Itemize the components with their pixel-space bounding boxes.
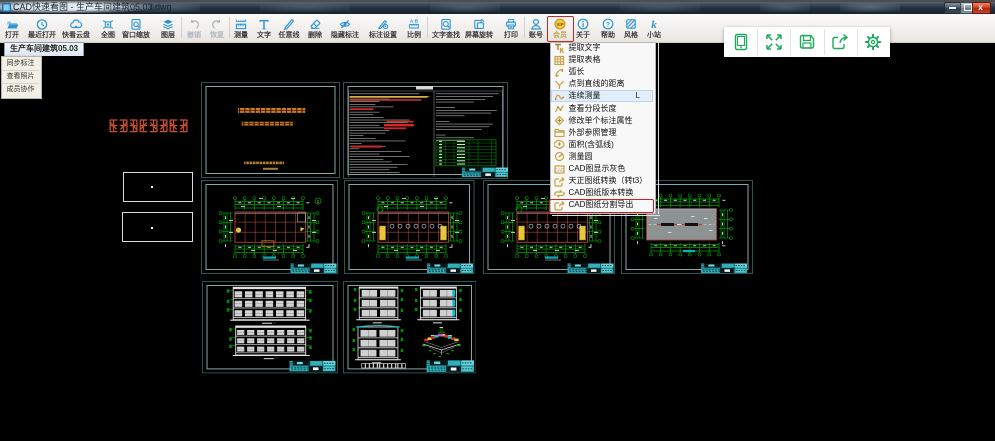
svg-text:1: 1 (317, 199, 320, 204)
svg-text:?: ? (606, 21, 610, 28)
svg-text:A:B: A:B (410, 18, 419, 23)
svg-text:k: k (651, 19, 657, 30)
svg-text:CAD: CAD (554, 167, 564, 172)
